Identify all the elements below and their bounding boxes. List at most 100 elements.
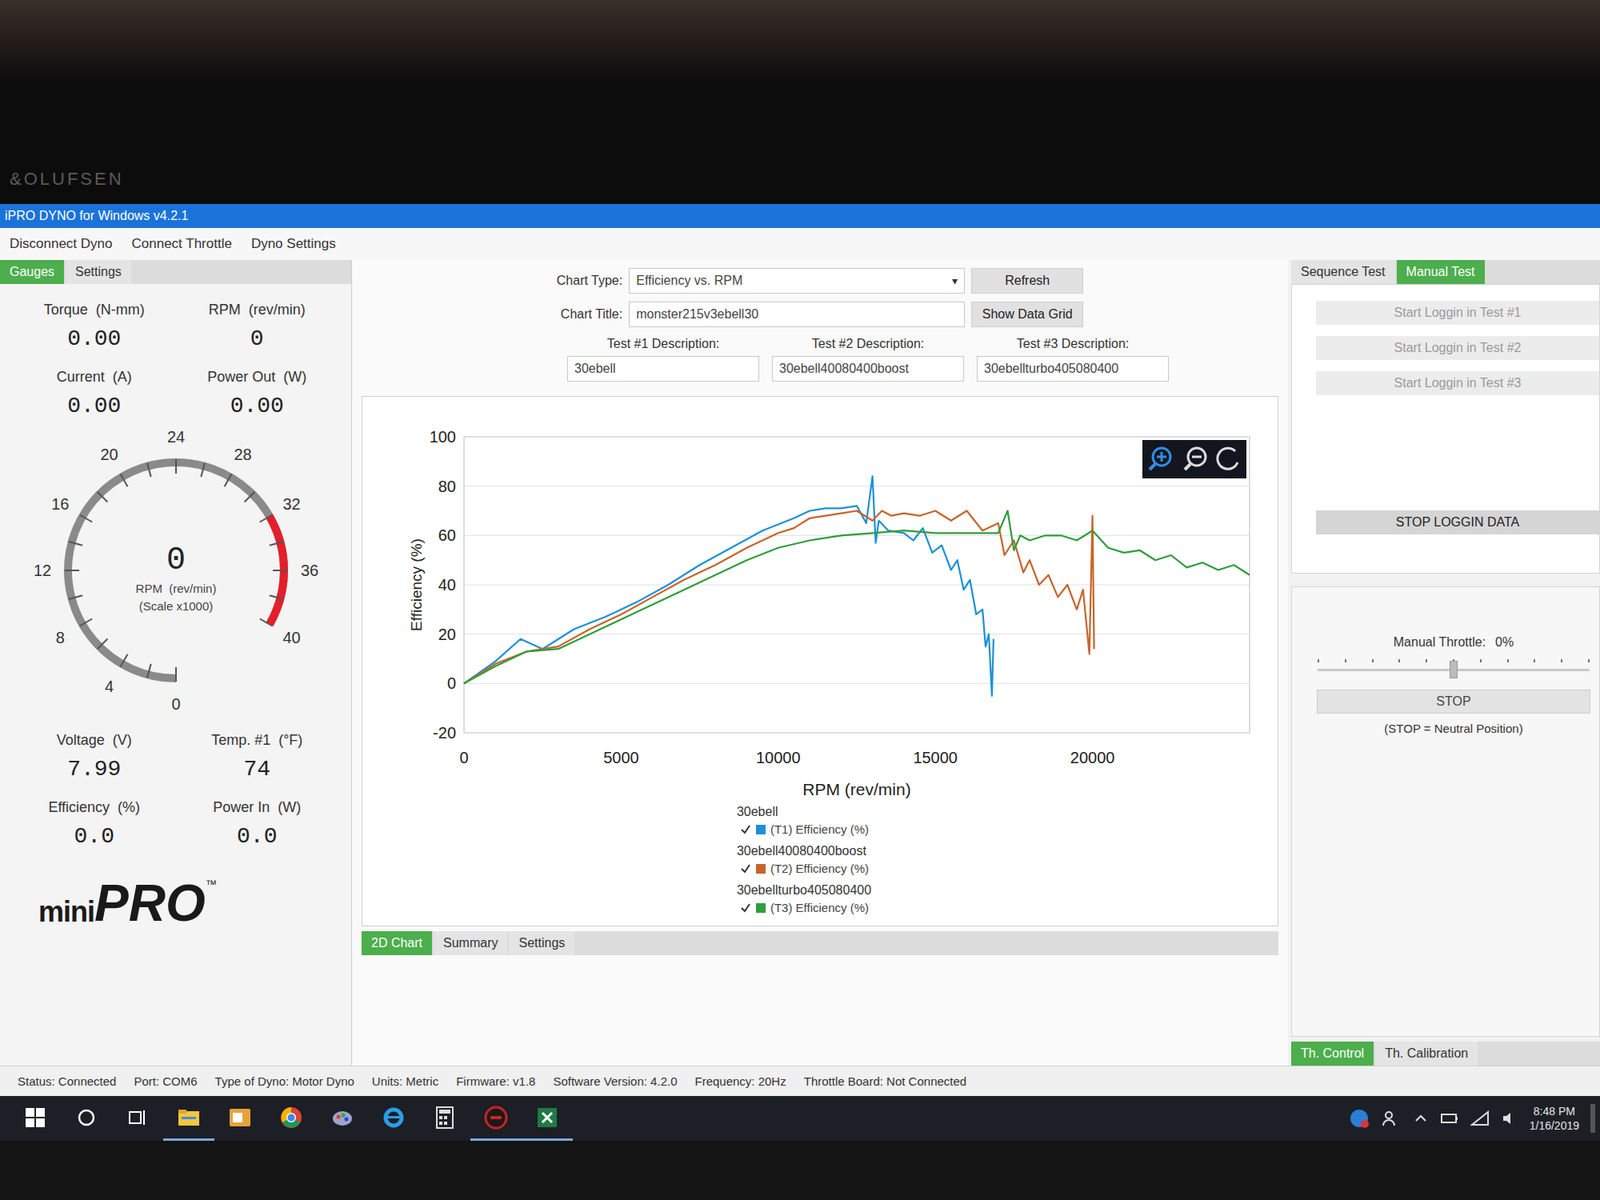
readout: RPM (rev/min)0 xyxy=(176,301,340,352)
dyno-app-icon[interactable] xyxy=(484,1105,508,1130)
zoom-in-icon[interactable] xyxy=(1149,448,1171,470)
chart-legend: 30ebell(T1) Efficiency (%)30ebell4008040… xyxy=(736,804,872,915)
legend-item[interactable]: (T3) Efficiency (%) xyxy=(736,900,872,915)
speaker-icon[interactable] xyxy=(1500,1110,1519,1127)
taskbar-app[interactable] xyxy=(368,1096,420,1141)
throttle-slider[interactable] xyxy=(1317,657,1590,682)
dial-tick-label: 40 xyxy=(282,628,300,647)
tab[interactable]: Summary xyxy=(433,931,508,956)
task-view-icon[interactable] xyxy=(127,1107,148,1128)
excel-icon[interactable] xyxy=(536,1106,559,1129)
tab[interactable]: Settings xyxy=(65,260,132,284)
tab[interactable]: 2D Chart xyxy=(361,931,432,956)
taskbar-app[interactable] xyxy=(470,1096,522,1141)
tab[interactable]: Th. Control xyxy=(1291,1041,1374,1066)
zoom-toolbar-bg xyxy=(1142,440,1247,479)
taskbar-app[interactable] xyxy=(419,1096,471,1141)
battery-icon[interactable] xyxy=(1440,1110,1460,1127)
taskbar-app[interactable] xyxy=(60,1096,112,1141)
menu-item[interactable]: Disconnect Dyno xyxy=(9,236,113,252)
taskbar-app[interactable] xyxy=(112,1096,164,1141)
taskbar-app[interactable] xyxy=(9,1096,61,1141)
tab[interactable]: Gauges xyxy=(0,260,64,284)
test-description-input[interactable]: 30ebell40080400boost xyxy=(772,356,964,382)
test-description-input[interactable]: 30ebell xyxy=(567,356,760,382)
grid-line xyxy=(464,485,1250,487)
show-data-grid-button[interactable]: Show Data Grid xyxy=(971,301,1084,328)
screen: &OLUFSENiPRO DYNO for Windows v4.2.1Disc… xyxy=(0,0,1600,1200)
outlook-icon[interactable] xyxy=(228,1107,252,1128)
tab[interactable]: Manual Test xyxy=(1396,260,1485,284)
slider-thumb[interactable] xyxy=(1449,660,1458,679)
readout-value: 0.00 xyxy=(67,393,121,419)
dial-tick-label: 28 xyxy=(233,445,252,464)
zoom-out-icon[interactable] xyxy=(1184,448,1206,470)
help-icon[interactable] xyxy=(1348,1108,1370,1129)
chart-title-input[interactable]: monster215v3ebell30 xyxy=(628,301,965,328)
legend-item[interactable]: (T2) Efficiency (%) xyxy=(736,861,872,876)
logo-mark: ™ xyxy=(205,877,217,891)
bezel-brand: &OLUFSEN xyxy=(9,168,124,190)
calculator-icon[interactable] xyxy=(435,1106,455,1129)
dial-tick xyxy=(268,541,283,546)
legend-item[interactable]: (T1) Efficiency (%) xyxy=(736,822,872,836)
throttle-stop-button[interactable]: STOP xyxy=(1316,689,1591,714)
grid-line xyxy=(464,436,1250,438)
chart-controls: Chart Type:Efficiency vs. RPM▾RefreshCha… xyxy=(361,260,1279,396)
taskbar-app[interactable] xyxy=(163,1096,215,1141)
folder-icon[interactable] xyxy=(176,1107,201,1128)
taskbar-app[interactable] xyxy=(214,1096,266,1141)
dial-tick xyxy=(96,492,108,503)
chrome-icon[interactable] xyxy=(280,1106,303,1129)
reset-zoom-icon[interactable] xyxy=(1217,448,1238,469)
search-icon[interactable] xyxy=(76,1107,97,1128)
tab[interactable]: Th. Calibration xyxy=(1375,1041,1478,1066)
efficiency-chart: 100806040200-2005000100001500020000Effic… xyxy=(372,404,1268,805)
taskbar-app[interactable] xyxy=(521,1096,573,1141)
readout: Temp. #1 (°F)74 xyxy=(176,732,340,782)
status-item: Throttle Board: Not Connected xyxy=(804,1074,967,1088)
legend-title: 30ebellturbo405080400 xyxy=(736,883,872,898)
dial-tick-label: 8 xyxy=(55,628,64,647)
readout-value: 0.0 xyxy=(236,824,277,849)
people-icon[interactable] xyxy=(1380,1108,1402,1129)
chart-type-select[interactable]: Efficiency vs. RPM▾ xyxy=(628,268,965,294)
throttle-box: Manual Throttle:0%STOP(STOP = Neutral Po… xyxy=(1291,586,1600,1037)
refresh-button[interactable]: Refresh xyxy=(971,268,1084,294)
slider-tick xyxy=(1372,659,1374,663)
taskbar-app[interactable] xyxy=(265,1096,317,1141)
windows-icon[interactable] xyxy=(24,1107,46,1128)
chevron-up-icon[interactable] xyxy=(1412,1110,1429,1127)
legend-swatch xyxy=(756,824,766,835)
paint-icon[interactable] xyxy=(331,1107,354,1128)
y-tick: 40 xyxy=(438,576,456,594)
tab[interactable]: Settings xyxy=(508,931,575,956)
readout-label: Efficiency (%) xyxy=(48,799,140,816)
grid-line xyxy=(464,683,1250,684)
slider-tick xyxy=(1480,659,1482,663)
checkbox-icon[interactable] xyxy=(740,902,752,914)
minipro-logo: miniPRO™ xyxy=(0,856,352,929)
readout-label: Power Out (W) xyxy=(207,368,307,386)
rpm-dial: 04812162024283236400RPM (rev/min)(Scale … xyxy=(0,426,352,715)
checkbox-icon[interactable] xyxy=(740,824,752,836)
y-axis-label: Efficiency (%) xyxy=(408,538,425,632)
readout: Power In (W)0.0 xyxy=(176,799,340,849)
taskbar-app[interactable] xyxy=(316,1096,368,1141)
grid-line xyxy=(464,584,1250,586)
menu-item[interactable]: Dyno Settings xyxy=(251,236,336,252)
internet-explorer-icon[interactable] xyxy=(382,1106,405,1129)
tab[interactable]: Sequence Test xyxy=(1291,260,1396,284)
x-tick: 5000 xyxy=(603,748,640,767)
menu-item[interactable]: Connect Throttle xyxy=(132,236,232,252)
dial-caption: RPM (rev/min) xyxy=(135,581,216,596)
test-description-input[interactable]: 30ebellturbo405080400 xyxy=(976,356,1169,382)
taskbar-apps xyxy=(9,1096,573,1141)
readout: Torque (N-mm)0.00 xyxy=(12,301,176,352)
legend-group: 30ebell40080400boost(T2) Efficiency (%) xyxy=(736,844,872,876)
clock[interactable]: 8:48 PM1/16/2019 xyxy=(1529,1104,1580,1132)
checkbox-icon[interactable] xyxy=(740,863,752,875)
stop-logging-button[interactable]: STOP LOGGIN DATA xyxy=(1316,510,1600,535)
notification-button[interactable] xyxy=(1590,1104,1596,1133)
wifi-icon[interactable] xyxy=(1470,1110,1490,1127)
